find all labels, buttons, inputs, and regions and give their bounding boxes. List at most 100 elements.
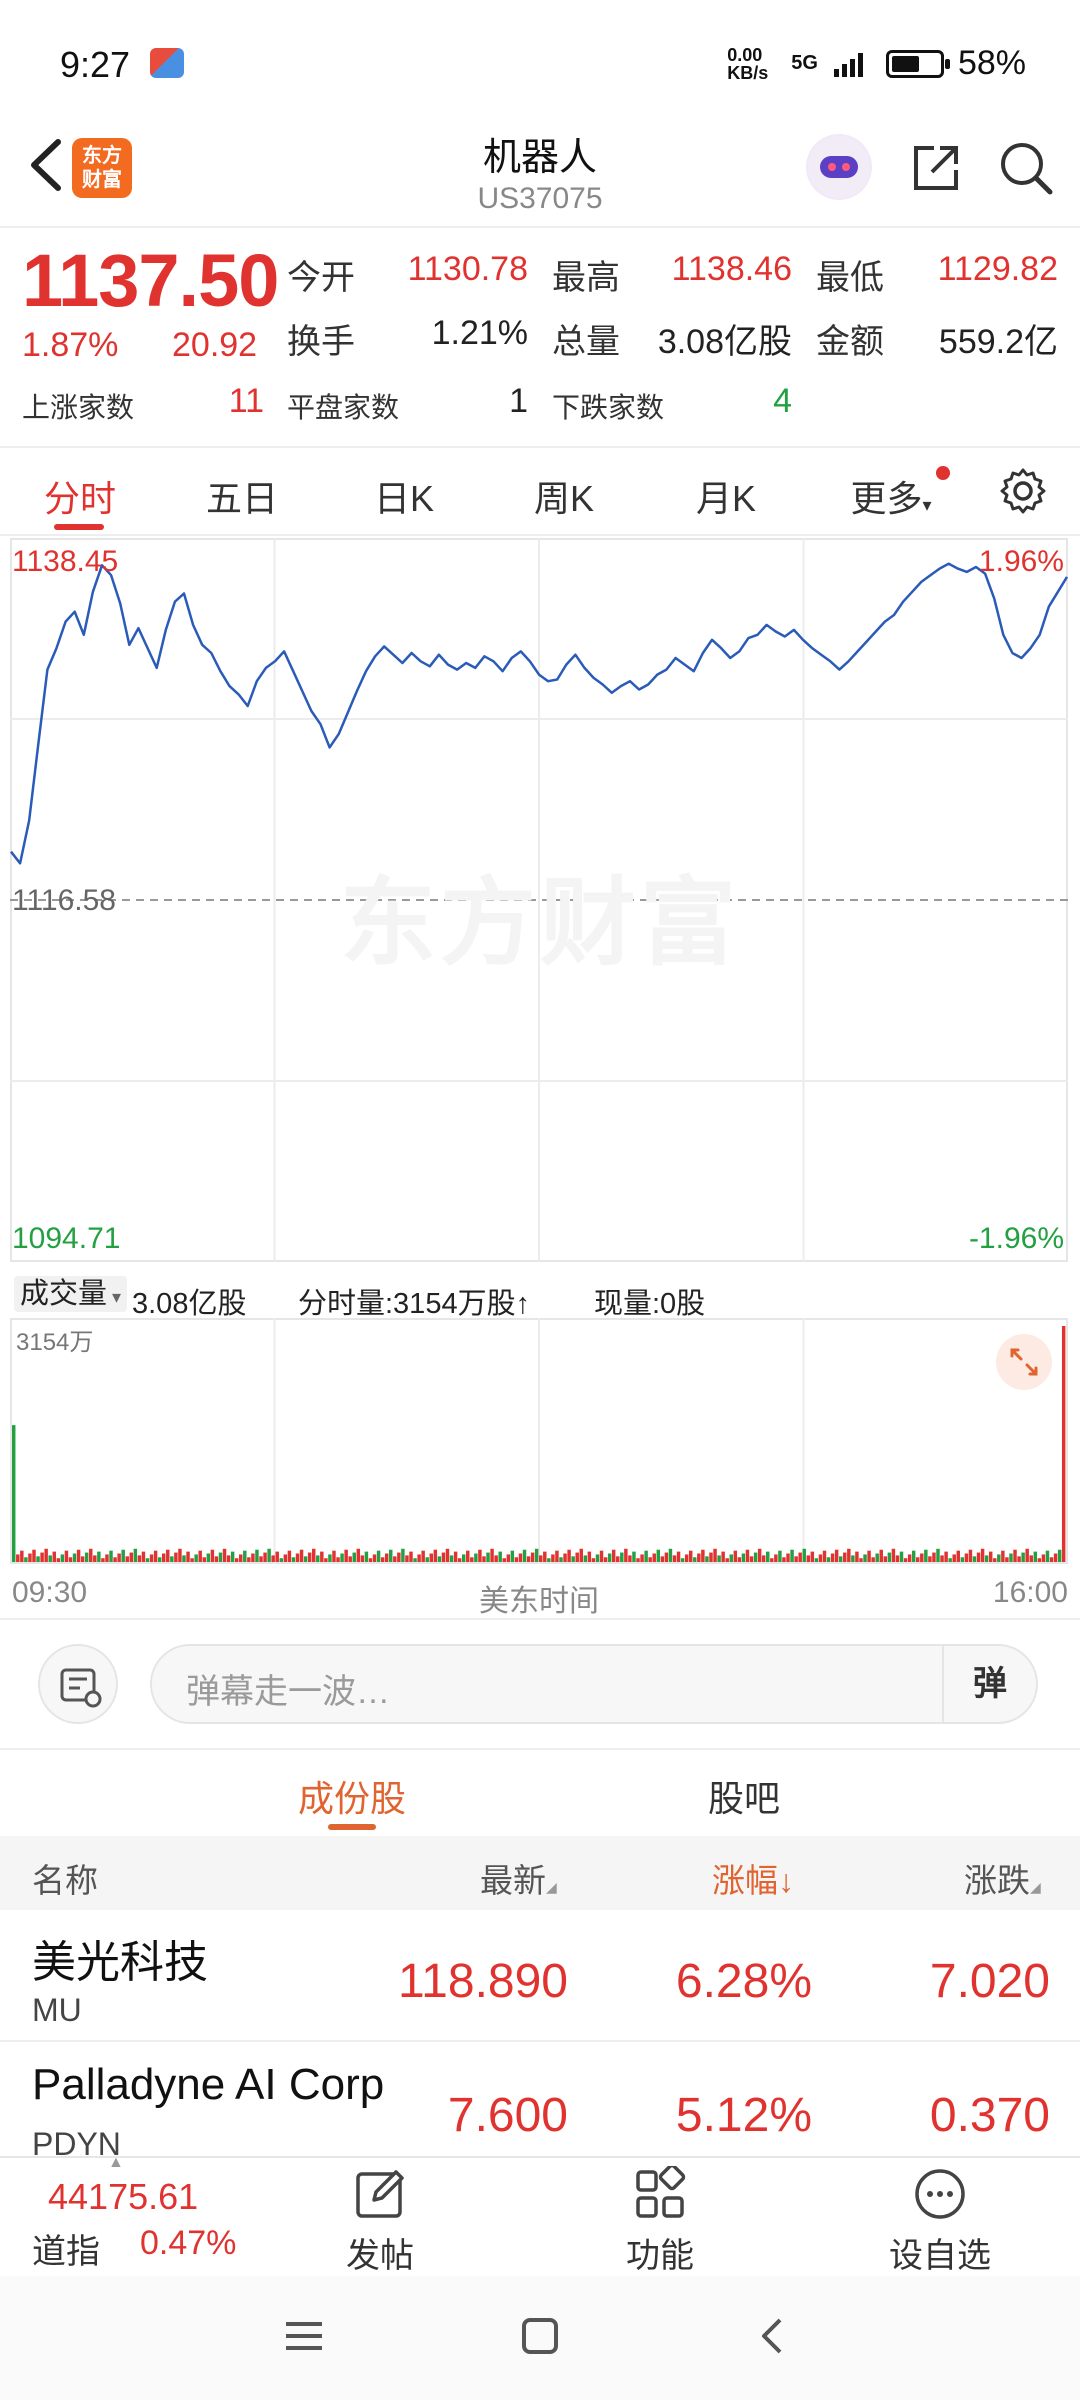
column-change[interactable]: 涨跌◢ bbox=[964, 1854, 1041, 1902]
volume-bar bbox=[490, 1548, 494, 1562]
volume-bar bbox=[502, 1558, 506, 1562]
tab-intraday[interactable]: 分时 bbox=[30, 470, 130, 522]
post-button[interactable]: 发帖 bbox=[300, 2166, 460, 2277]
volume-bar bbox=[891, 1548, 896, 1562]
tab-components[interactable]: 成份股 bbox=[252, 1770, 452, 1822]
volume-bar bbox=[1017, 1556, 1021, 1562]
volume-bar bbox=[887, 1552, 892, 1562]
danmaku-input[interactable]: 弹幕走一波… 弹 bbox=[150, 1644, 1038, 1724]
change-percent: 1.87% bbox=[22, 326, 119, 364]
open-label: 今开 bbox=[287, 259, 355, 297]
volume-bar bbox=[770, 1558, 774, 1562]
danmaku-settings-button[interactable] bbox=[38, 1644, 118, 1724]
expand-icon[interactable] bbox=[996, 1334, 1052, 1390]
volume-bar bbox=[510, 1550, 515, 1562]
volume-bar bbox=[693, 1557, 697, 1562]
volume-bar bbox=[522, 1549, 527, 1562]
turnover-label: 换手 bbox=[287, 323, 355, 361]
column-change-percent[interactable]: 涨幅↓ bbox=[712, 1854, 794, 1902]
volume-indicator-selector[interactable]: 成交量 ▾ bbox=[14, 1276, 128, 1312]
tab-weekly-k[interactable]: 周K bbox=[514, 470, 614, 522]
volume-bar bbox=[247, 1557, 251, 1562]
volume-label: 总量 bbox=[552, 323, 620, 361]
net-speed: 0.00 KB/s bbox=[727, 44, 769, 83]
column-name[interactable]: 名称 bbox=[32, 1854, 98, 1902]
gear-icon[interactable] bbox=[998, 466, 1048, 516]
search-icon[interactable] bbox=[996, 138, 1056, 198]
tab-monthly-k[interactable]: 月K bbox=[676, 470, 776, 522]
volume-bar bbox=[384, 1553, 389, 1562]
index-value: 44175.61 bbox=[48, 2176, 199, 2217]
volume-bar bbox=[486, 1552, 490, 1562]
volume-bar bbox=[968, 1549, 973, 1562]
table-row[interactable]: Palladyne AI Corp PDYN 7.600 5.12% 0.370 bbox=[0, 2044, 1080, 2162]
volume-bar bbox=[20, 1550, 24, 1562]
volume-bar bbox=[636, 1558, 640, 1562]
back-icon[interactable] bbox=[752, 2314, 796, 2358]
volume-bar bbox=[632, 1551, 636, 1562]
grid-icon bbox=[636, 2166, 686, 2218]
volume-bar bbox=[182, 1555, 186, 1562]
divider bbox=[0, 446, 1080, 448]
volume-bar bbox=[190, 1558, 194, 1562]
high-value: 1138.46 bbox=[671, 250, 792, 288]
volume-bar bbox=[534, 1548, 539, 1562]
index-ticker[interactable]: ▲ 44175.61 道指 0.47% bbox=[0, 2154, 290, 2276]
volume-bar bbox=[664, 1552, 669, 1562]
down-count-label: 下跌家数 bbox=[552, 392, 665, 423]
volume-bar bbox=[360, 1555, 365, 1562]
volume-bar bbox=[44, 1548, 48, 1562]
tab-five-day[interactable]: 五日 bbox=[192, 470, 292, 522]
volume-bar bbox=[575, 1552, 579, 1562]
table-row[interactable]: 美光科技 MU 118.890 6.28% 7.020 bbox=[0, 1910, 1080, 2042]
volume-bar bbox=[916, 1557, 920, 1562]
volume-bar bbox=[745, 1549, 750, 1562]
header: 东方 财富 机器人 US37075 bbox=[0, 120, 1080, 226]
last-price: 1137.50 bbox=[22, 239, 279, 322]
volume-bar bbox=[790, 1549, 794, 1562]
volume-bar bbox=[539, 1555, 543, 1562]
add-watchlist-button[interactable]: 设自选 bbox=[860, 2166, 1020, 2277]
volume-bar bbox=[206, 1553, 211, 1562]
functions-button[interactable]: 功能 bbox=[580, 2166, 740, 2277]
volume-bar bbox=[12, 1425, 16, 1562]
tab-daily-k[interactable]: 日K bbox=[354, 470, 454, 522]
menu-icon[interactable] bbox=[282, 2314, 326, 2358]
volume-chart[interactable] bbox=[10, 1318, 1068, 1564]
stock-change: 0.370 bbox=[929, 2089, 1050, 2142]
volume-bar bbox=[340, 1553, 344, 1562]
volume-bar bbox=[924, 1549, 928, 1562]
volume-bar bbox=[494, 1555, 498, 1562]
danmaku-send-button[interactable]: 弹 bbox=[942, 1646, 1036, 1722]
tab-guba[interactable]: 股吧 bbox=[644, 1770, 844, 1822]
volume-bar bbox=[482, 1556, 486, 1562]
volume-bar bbox=[863, 1554, 867, 1562]
robot-avatar-icon[interactable] bbox=[806, 134, 872, 200]
volume-bar bbox=[766, 1551, 770, 1562]
more-circle-icon bbox=[915, 2169, 965, 2219]
volume-bar bbox=[68, 1557, 73, 1562]
volume-bar bbox=[133, 1548, 138, 1562]
volume-bar bbox=[1013, 1549, 1017, 1562]
volume-bar bbox=[170, 1556, 174, 1562]
volume-bar bbox=[571, 1556, 575, 1562]
volume-bar bbox=[166, 1549, 170, 1562]
volume-bar bbox=[607, 1553, 612, 1562]
volume-bar bbox=[660, 1556, 665, 1562]
volume-bar bbox=[429, 1553, 433, 1562]
volume-bar bbox=[563, 1553, 567, 1562]
flat-count-label: 平盘家数 bbox=[287, 392, 400, 423]
app-notification-icon bbox=[150, 48, 184, 78]
volume-bar bbox=[1037, 1558, 1042, 1562]
volume-bar bbox=[851, 1555, 855, 1562]
home-icon[interactable] bbox=[518, 2314, 562, 2358]
tab-more[interactable]: 更多▾ bbox=[836, 470, 946, 522]
share-icon[interactable] bbox=[906, 138, 966, 198]
column-latest[interactable]: 最新◢ bbox=[480, 1854, 557, 1902]
low-label: 最低 bbox=[816, 259, 884, 297]
volume-bar bbox=[506, 1554, 511, 1562]
volume-bar bbox=[859, 1558, 863, 1562]
volume-bar bbox=[466, 1550, 470, 1562]
volume-bar bbox=[105, 1554, 109, 1562]
caret-down-icon: ▾ bbox=[107, 1287, 122, 1307]
